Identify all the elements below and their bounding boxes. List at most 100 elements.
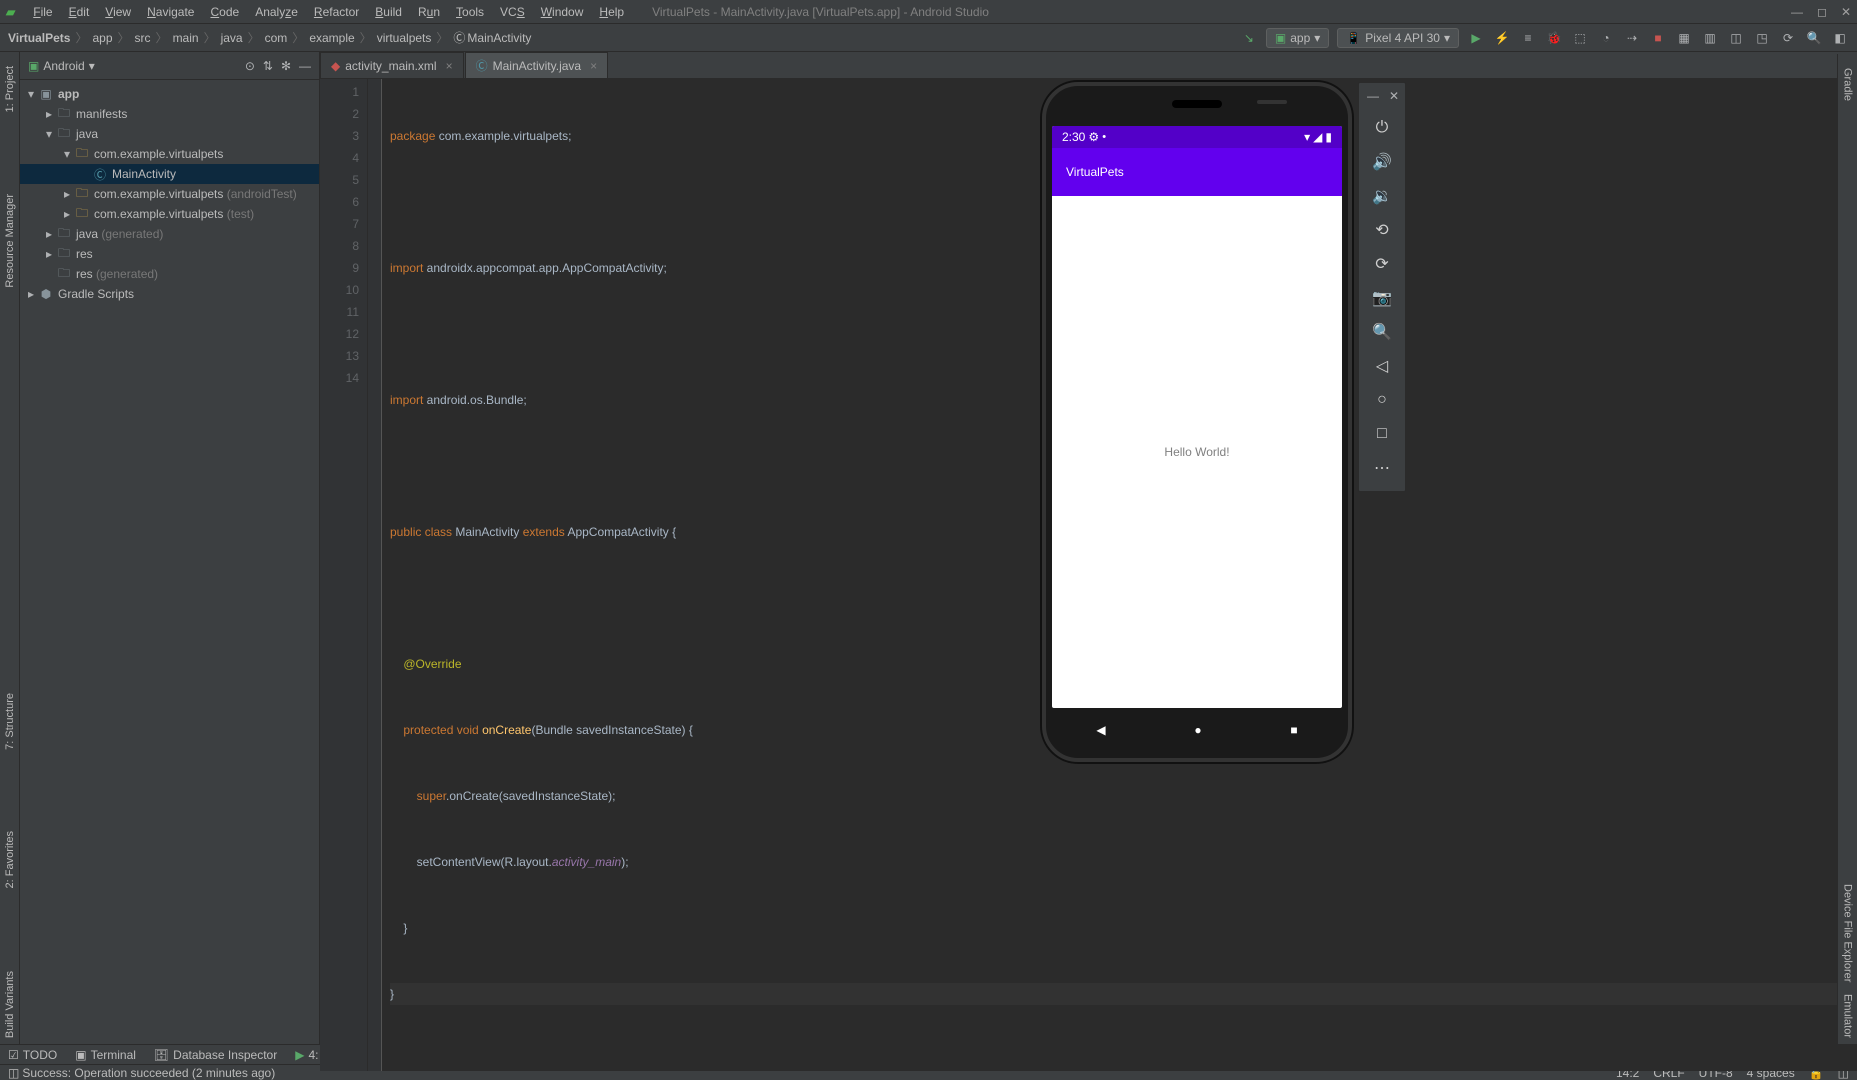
layout-inspector-button[interactable]: ◳ — [1753, 29, 1771, 47]
rotate-right-button[interactable]: ⟳ — [1365, 249, 1399, 279]
android-status-bar: 2:30 ⚙ • ▾ ◢ ▮ — [1052, 126, 1342, 148]
sdk-manager-button[interactable]: ▥ — [1701, 29, 1719, 47]
overview-button[interactable]: □ — [1365, 419, 1399, 449]
breadcrumb-item[interactable]: MainActivity — [467, 31, 531, 45]
menu-vcs[interactable]: VCS — [492, 5, 533, 19]
resource-manager-button[interactable]: ◫ — [1727, 29, 1745, 47]
tree-node-package[interactable]: ▾🗀com.example.virtualpets — [20, 144, 319, 164]
device-screen[interactable]: 2:30 ⚙ • ▾ ◢ ▮ VirtualPets Hello World! — [1052, 126, 1342, 708]
tab-resource-manager[interactable]: Resource Manager — [2, 188, 18, 294]
breadcrumb-item[interactable]: java — [221, 31, 243, 45]
tree-node-app[interactable]: ▾▣app — [20, 84, 319, 104]
coverage-button[interactable]: ⬚ — [1571, 29, 1589, 47]
tab-gradle[interactable]: Gradle — [1840, 62, 1856, 107]
run-config-dropdown[interactable]: ▣ app ▾ — [1266, 28, 1329, 48]
minimize-icon[interactable]: — — [1791, 5, 1803, 19]
close-icon[interactable]: ✕ — [1841, 5, 1851, 19]
maximize-icon[interactable]: ◻ — [1817, 5, 1827, 19]
menu-navigate[interactable]: Navigate — [139, 5, 202, 19]
tab-favorites[interactable]: 2: Favorites — [2, 825, 18, 894]
emulator-window: 2:30 ⚙ • ▾ ◢ ▮ VirtualPets Hello World! … — [1042, 82, 1404, 762]
folder-icon: 🗀 — [56, 104, 72, 125]
tree-node-gradle-scripts[interactable]: ▸⬢Gradle Scripts — [20, 284, 319, 304]
device-frame[interactable]: 2:30 ⚙ • ▾ ◢ ▮ VirtualPets Hello World! … — [1042, 82, 1352, 762]
close-tab-icon[interactable]: × — [446, 59, 453, 73]
back-button[interactable]: ◀ — [1096, 723, 1105, 737]
volume-up-button[interactable]: 🔊 — [1365, 147, 1399, 177]
menu-run[interactable]: Run — [410, 5, 448, 19]
menu-build[interactable]: Build — [367, 5, 410, 19]
minimize-emulator-icon[interactable]: — — [1367, 89, 1379, 107]
breadcrumb-item[interactable]: app — [93, 31, 113, 45]
run-button[interactable]: ▶ — [1467, 29, 1485, 47]
home-button[interactable]: ● — [1194, 723, 1201, 737]
menu-tools[interactable]: Tools — [448, 5, 492, 19]
stop-button[interactable]: ■ — [1649, 29, 1667, 47]
tab-mainactivity-java[interactable]: ⒸMainActivity.java× — [465, 52, 609, 78]
expand-all-icon[interactable]: ⇅ — [263, 59, 273, 73]
breadcrumb-item[interactable]: com — [265, 31, 288, 45]
tree-node-mainactivity[interactable]: ⒸMainActivity — [20, 164, 319, 184]
menu-view[interactable]: View — [97, 5, 139, 19]
recents-button[interactable]: ■ — [1290, 723, 1297, 737]
breadcrumb-item[interactable]: main — [173, 31, 199, 45]
menu-edit[interactable]: Edit — [61, 5, 98, 19]
screenshot-button[interactable]: 📷 — [1365, 283, 1399, 313]
menu-analyze[interactable]: Analyze — [247, 5, 306, 19]
more-button[interactable]: ⋯ — [1365, 453, 1399, 483]
tree-node-package-test[interactable]: ▸🗀com.example.virtualpets (test) — [20, 204, 319, 224]
volume-down-button[interactable]: 🔉 — [1365, 181, 1399, 211]
search-everywhere-button[interactable]: 🔍 — [1805, 29, 1823, 47]
breadcrumb-item[interactable]: src — [135, 31, 151, 45]
device-dropdown[interactable]: 📱 Pixel 4 API 30 ▾ — [1337, 28, 1459, 48]
tab-device-file-explorer[interactable]: Device File Explorer — [1840, 878, 1856, 988]
close-emulator-icon[interactable]: ✕ — [1389, 89, 1399, 107]
hide-icon[interactable]: — — [299, 59, 311, 73]
menu-window[interactable]: Window — [533, 5, 592, 19]
tree-node-java[interactable]: ▾🗀java — [20, 124, 319, 144]
tab-project[interactable]: 1: Project — [2, 60, 18, 118]
tree-node-res-gen[interactable]: 🗀res (generated) — [20, 264, 319, 284]
rotate-left-button[interactable]: ⟲ — [1365, 215, 1399, 245]
notifications-button[interactable]: ◧ — [1831, 29, 1849, 47]
tree-node-java-gen[interactable]: ▸🗀java (generated) — [20, 224, 319, 244]
fold-gutter[interactable] — [368, 79, 382, 1071]
home-button[interactable]: ○ — [1365, 385, 1399, 415]
zoom-button[interactable]: 🔍 — [1365, 317, 1399, 347]
project-tree[interactable]: ▾▣app ▸🗀manifests ▾🗀java ▾🗀com.example.v… — [20, 80, 319, 1044]
apply-code-button[interactable]: ≡ — [1519, 29, 1537, 47]
project-view-dropdown[interactable]: ▣ Android ▾ — [28, 59, 95, 73]
line-number-gutter[interactable]: 1234567891011121314 — [320, 79, 368, 1071]
debug-button[interactable]: 🐞 — [1545, 29, 1563, 47]
select-opened-file-icon[interactable]: ⊙ — [245, 59, 255, 73]
tab-todo[interactable]: ☑TODO — [8, 1048, 57, 1062]
tab-build-variants[interactable]: Build Variants — [2, 965, 18, 1044]
tab-structure[interactable]: 7: Structure — [2, 687, 18, 756]
settings-icon[interactable]: ✻ — [281, 59, 291, 73]
menu-help[interactable]: Help — [591, 5, 632, 19]
tab-emulator[interactable]: Emulator — [1840, 988, 1856, 1044]
menu-refactor[interactable]: Refactor — [306, 5, 367, 19]
tab-database-inspector[interactable]: 🗄Database Inspector — [154, 1048, 277, 1062]
sync-icon[interactable]: ↘ — [1240, 29, 1258, 47]
folder-icon: 🗀 — [56, 224, 72, 245]
breadcrumb-item[interactable]: virtualpets — [377, 31, 432, 45]
power-button[interactable]: ⏻ — [1365, 113, 1399, 143]
tab-activity-main-xml[interactable]: ◆activity_main.xml× — [320, 52, 464, 78]
menu-file[interactable]: File — [25, 5, 60, 19]
menu-code[interactable]: Code — [202, 5, 247, 19]
folder-icon: 🗀 — [56, 264, 72, 285]
tree-node-manifests[interactable]: ▸🗀manifests — [20, 104, 319, 124]
close-tab-icon[interactable]: × — [590, 59, 597, 73]
breadcrumb-item[interactable]: example — [309, 31, 354, 45]
apply-changes-button[interactable]: ⚡ — [1493, 29, 1511, 47]
avd-manager-button[interactable]: ▦ — [1675, 29, 1693, 47]
gradle-sync-button[interactable]: ⟳ — [1779, 29, 1797, 47]
attach-debugger-button[interactable]: ⇢ — [1623, 29, 1641, 47]
back-button[interactable]: ◁ — [1365, 351, 1399, 381]
breadcrumb-item[interactable]: VirtualPets — [8, 31, 70, 45]
tab-terminal[interactable]: ▣Terminal — [75, 1048, 136, 1062]
tree-node-package-androidtest[interactable]: ▸🗀com.example.virtualpets (androidTest) — [20, 184, 319, 204]
profile-button[interactable]: ◔ — [1597, 29, 1615, 47]
tree-node-res[interactable]: ▸🗀res — [20, 244, 319, 264]
